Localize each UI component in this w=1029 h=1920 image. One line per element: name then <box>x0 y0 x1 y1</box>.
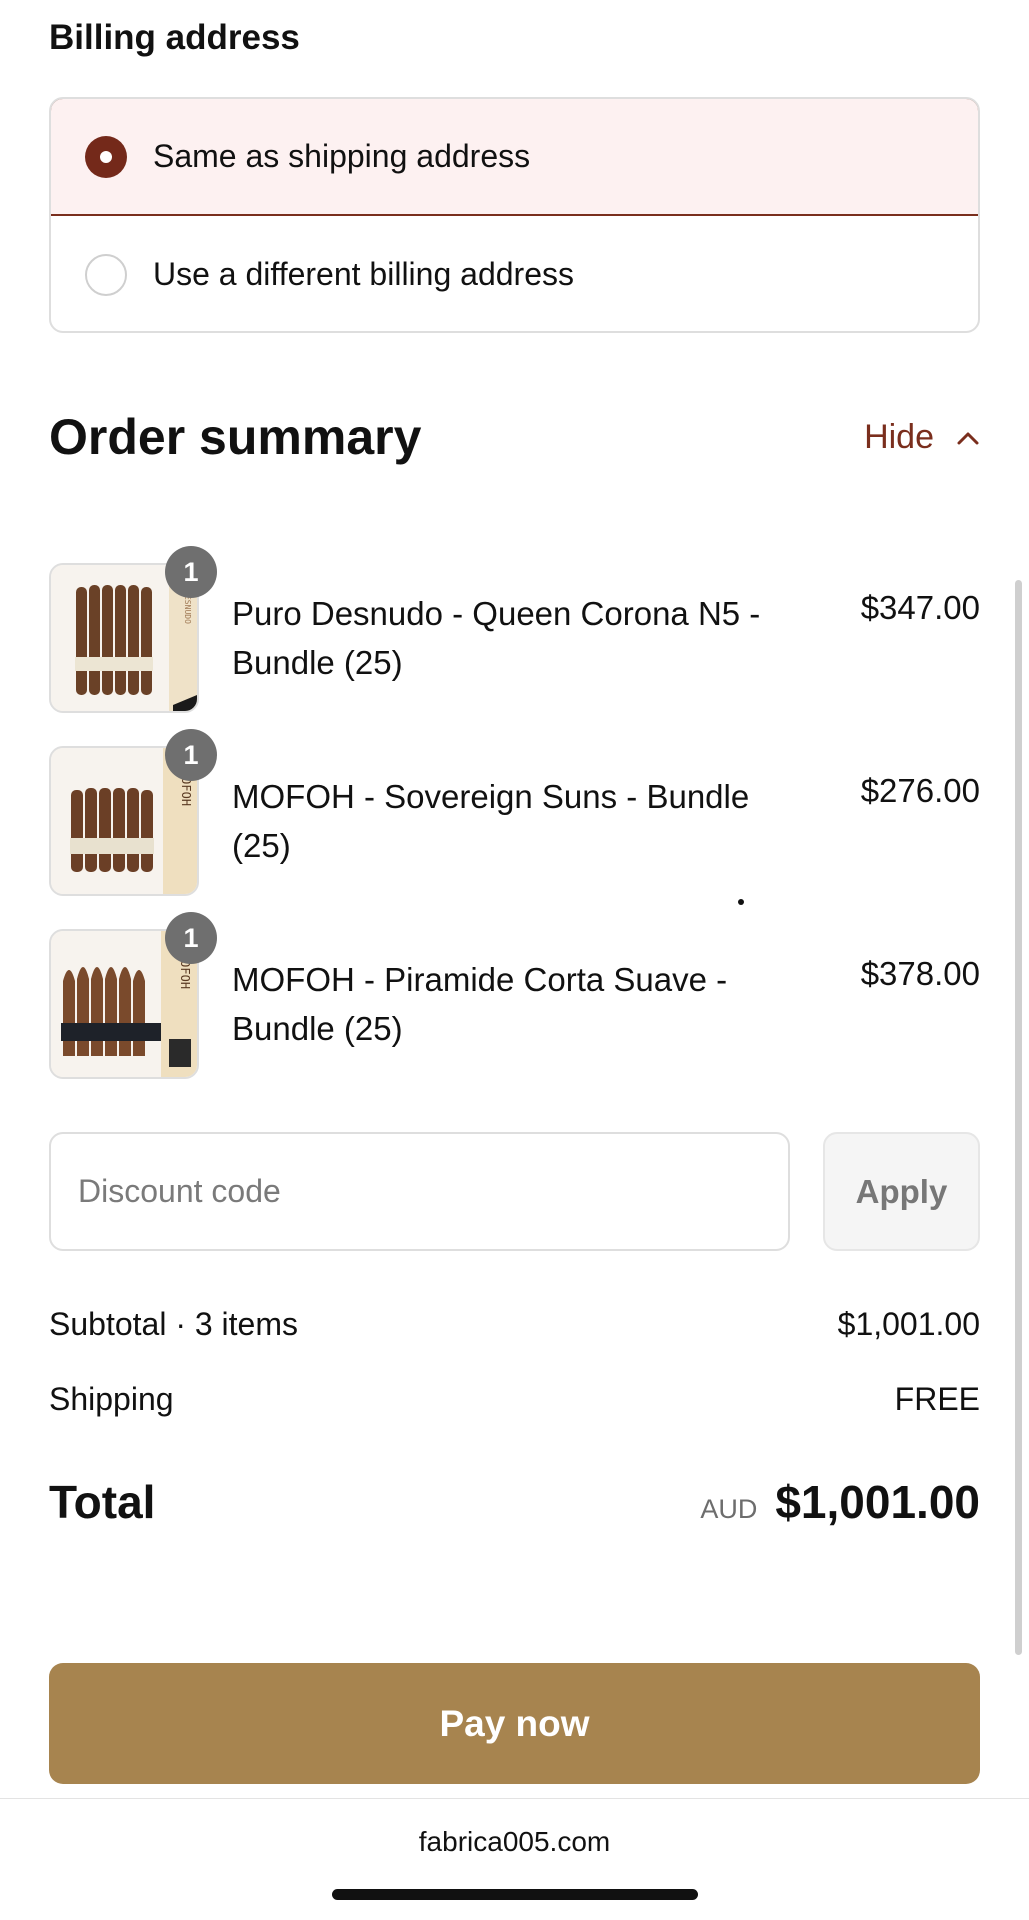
hide-summary-label: Hide <box>864 418 934 456</box>
item-name: MOFOH - Piramide Corta Suave - Bundle (2… <box>232 961 728 1047</box>
item-price: $276.00 <box>860 772 980 809</box>
order-summary-title: Order summary <box>49 409 422 465</box>
hide-summary-toggle[interactable]: Hide <box>864 418 980 457</box>
currency-code: AUD <box>700 1494 758 1524</box>
quantity-badge: 1 <box>165 546 217 598</box>
line-item: MOFOH 1 MOFOH - Sovereign Suns - Bundle … <box>49 729 980 896</box>
billing-option-same-as-shipping[interactable]: Same as shipping address <box>51 99 978 216</box>
total-label: Total <box>49 1476 156 1528</box>
footer-divider <box>0 1798 1029 1799</box>
shipping-row: Shipping FREE <box>49 1381 980 1418</box>
subtotal-row: Subtotal · 3 items $1,001.00 <box>49 1306 980 1343</box>
scrollbar[interactable] <box>1015 580 1022 1655</box>
billing-option-label: Use a different billing address <box>153 256 574 292</box>
billing-title: Billing address <box>49 18 300 57</box>
total-amount: AUD $1,001.00 <box>700 1475 980 1529</box>
billing-option-different-address[interactable]: Use a different billing address <box>51 216 978 331</box>
item-price: $378.00 <box>860 955 980 992</box>
quantity-badge: 1 <box>165 912 217 964</box>
shipping-label: Shipping <box>49 1381 174 1417</box>
shipping-value: FREE <box>894 1381 980 1417</box>
total-row: Total AUD $1,001.00 <box>49 1475 980 1529</box>
line-item: MOFOH 1 MOFOH - Piramide Corta Suave - B… <box>49 912 980 1079</box>
item-name: Puro Desnudo - Queen Corona N5 - Bundle … <box>232 595 761 681</box>
quantity-badge: 1 <box>165 729 217 781</box>
item-name: MOFOH - Sovereign Suns - Bundle (25) <box>232 778 750 864</box>
stray-dot <box>738 899 744 905</box>
subtotal-value: $1,001.00 <box>837 1306 980 1342</box>
footer-domain: fabrica005.com <box>418 1826 611 1857</box>
discount-code-input[interactable] <box>49 1132 790 1251</box>
subtotal-label: Subtotal · 3 items <box>49 1306 298 1342</box>
apply-discount-button[interactable]: Apply <box>823 1132 980 1251</box>
line-item: PURO DESNUDO 1 Puro Desnudo - Queen Coro… <box>49 546 980 713</box>
total-value: $1,001.00 <box>775 1476 980 1528</box>
pay-now-button[interactable]: Pay now <box>49 1663 980 1784</box>
billing-address-options: Same as shipping address Use a different… <box>49 97 980 333</box>
chevron-up-icon <box>957 432 979 444</box>
home-indicator <box>332 1889 698 1900</box>
item-price: $347.00 <box>860 589 980 626</box>
billing-option-label: Same as shipping address <box>153 138 531 174</box>
radio-unselected-icon[interactable] <box>85 253 127 296</box>
radio-selected-icon[interactable] <box>85 135 127 178</box>
